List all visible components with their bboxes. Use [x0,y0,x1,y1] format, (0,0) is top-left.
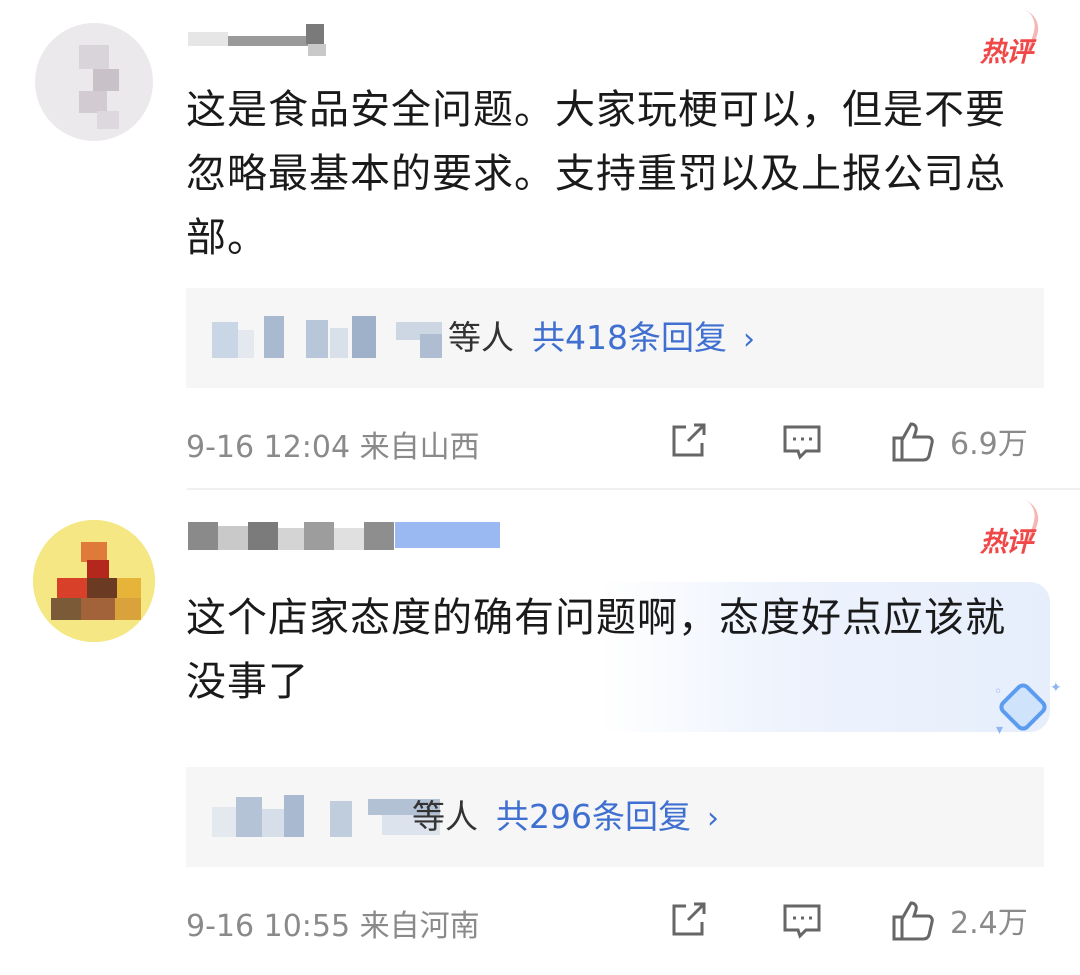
hot-comment-badge: 热评 [980,527,1033,558]
hot-comment-badge: 热评 [980,37,1033,68]
comment-icon [783,904,821,939]
sparkle-icon: ▾ [996,722,1004,738]
thumbs-up-icon [892,422,934,462]
sparkle-icon: ◦ [994,684,1003,700]
reply-count-link[interactable]: 共418条回复 [532,318,727,357]
reply-summary[interactable]: 等人 共296条回复 › [186,767,1044,867]
user-badge [395,522,500,548]
reply-users-label: 等人 [412,797,478,836]
comment-icon [783,425,821,460]
comment-text: 这是食品安全问题。大家玩梗可以，但是不要忽略最基本的要求。支持重罚以及上报公司总… [186,87,1006,261]
avatar[interactable] [35,23,153,141]
comment-meta-row: 9-16 12:04 来自山西 6.9万 [186,416,1044,466]
comment-text: 这个店家态度的确有问题啊，态度好点应该就没事了 [186,595,1006,705]
share-button[interactable] [666,416,710,466]
username[interactable] [188,22,333,56]
like-button[interactable]: 6.9万 [890,416,1028,466]
comment-card: 热评 这个店家态度的确有问题啊，态度好点应该就没事了 ✦ ◦ ▾ 等人 共296条… [0,490,1080,975]
like-button[interactable]: 2.4万 [890,895,1028,945]
reply-avatars [212,795,440,841]
share-icon [672,423,706,457]
reply-users-label: 等人 [448,318,514,357]
share-button[interactable] [666,895,710,945]
comment-card: 热评 这是食品安全问题。大家玩梗可以，但是不要忽略最基本的要求。支持重罚以及上报… [0,0,1080,488]
comment-button[interactable] [780,416,824,466]
chevron-right-icon: › [707,801,719,836]
reply-avatars [212,316,442,362]
comment-meta-row: 9-16 10:55 来自河南 2.4万 [186,895,1044,945]
thumbs-up-icon [892,901,934,941]
like-count: 2.4万 [950,906,1028,941]
timestamp-location: 9-16 12:04 来自山西 [186,430,480,465]
reply-summary[interactable]: 等人 共418条回复 › [186,288,1044,388]
like-count: 6.9万 [950,427,1028,462]
avatar[interactable] [33,520,155,642]
sparkle-icon: ✦ [1050,680,1062,696]
chevron-right-icon: › [743,322,755,357]
timestamp-location: 9-16 10:55 来自河南 [186,909,480,944]
comment-button[interactable] [780,895,824,945]
reply-count-link[interactable]: 共296条回复 [496,797,691,836]
share-icon [672,902,706,936]
